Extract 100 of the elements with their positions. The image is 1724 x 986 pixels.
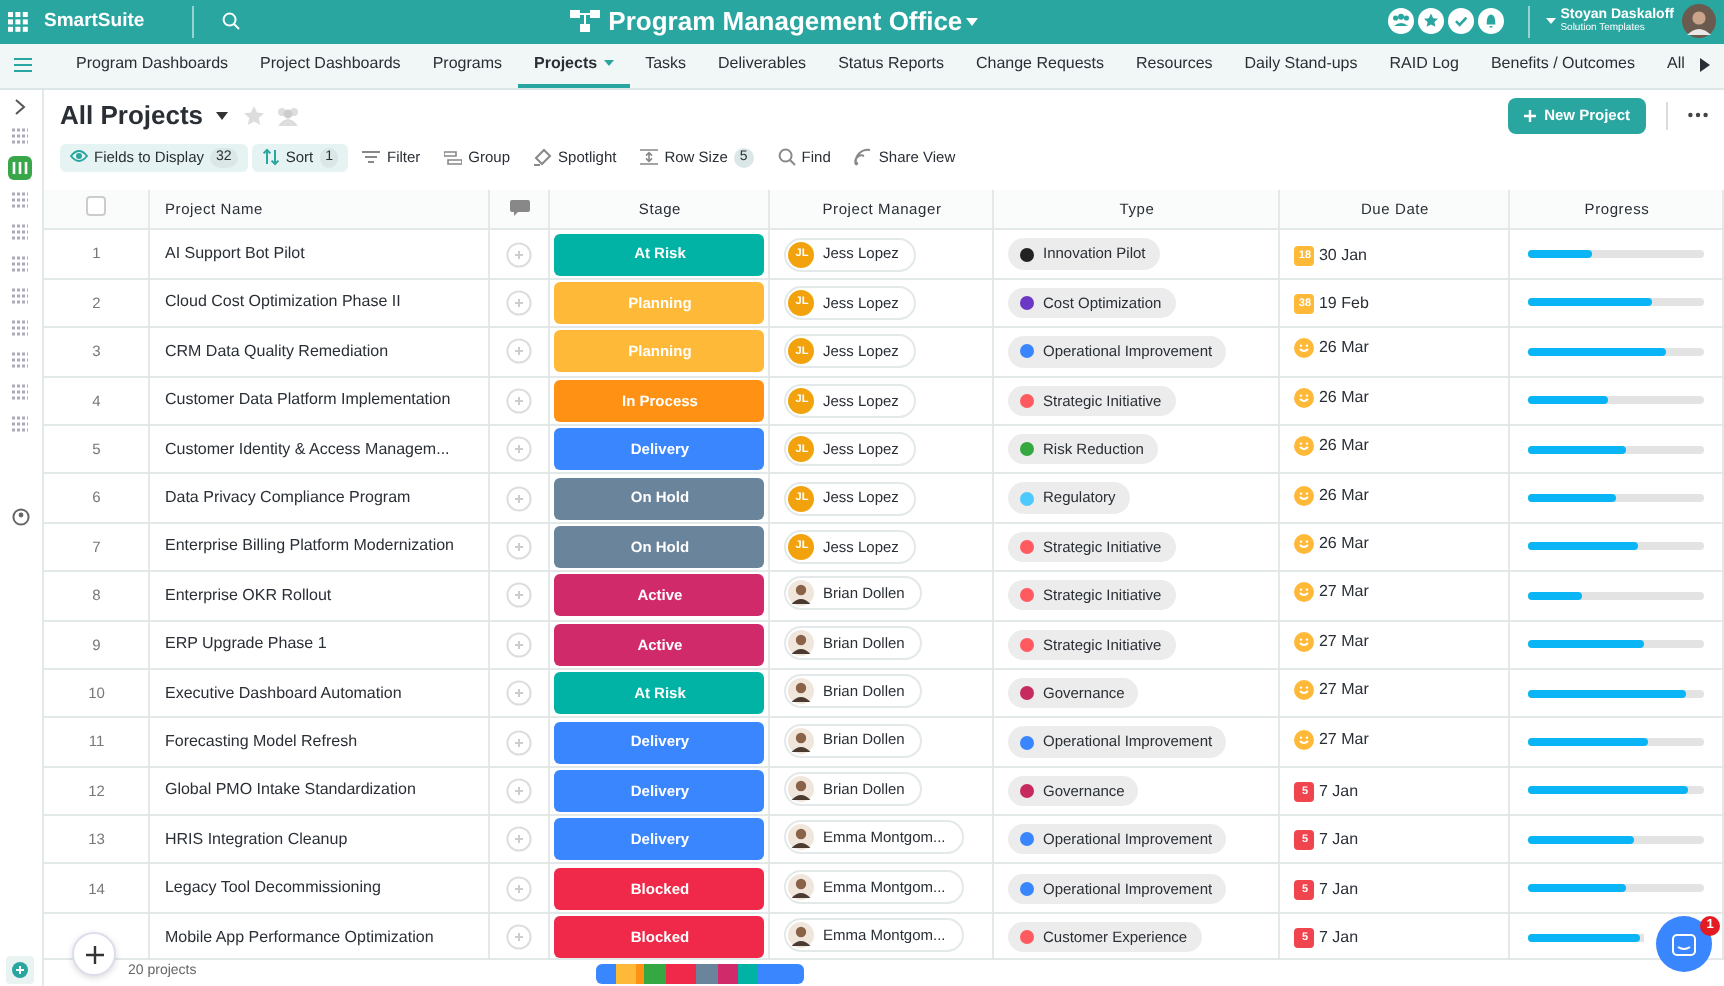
nav-tab[interactable]: Benefits / Outcomes (1474, 42, 1651, 89)
project-name[interactable]: Executive Dashboard Automation (164, 683, 402, 702)
project-name[interactable]: Global PMO Intake Standardization (164, 780, 416, 799)
add-comment-icon[interactable] (506, 826, 533, 853)
project-name[interactable]: CRM Data Quality Remediation (164, 341, 389, 360)
nav-tab[interactable]: RAID Log (1373, 42, 1475, 89)
nav-tab[interactable]: Daily Stand-ups (1228, 42, 1374, 89)
sort-icon (261, 148, 280, 167)
project-name[interactable]: ERP Upgrade Phase 1 (164, 634, 327, 653)
person-avatar (788, 678, 815, 705)
person-avatar (788, 629, 815, 656)
nav-tab[interactable]: Project Dashboards (244, 42, 417, 89)
nav-tab[interactable]: Projects (518, 42, 630, 89)
search-icon[interactable] (222, 12, 241, 31)
project-name[interactable]: Mobile App Performance Optimization (164, 927, 434, 946)
add-comment-icon[interactable] (506, 875, 533, 902)
spotlight-icon (534, 148, 553, 167)
due-date: 26 Mar (1318, 531, 1369, 556)
nav-tab[interactable]: Status Reports (822, 42, 960, 89)
hierarchy-icon (570, 10, 601, 33)
due-date: 30 Jan (1318, 243, 1368, 268)
person-avatar (788, 824, 815, 851)
sidebar-view-icon[interactable] (8, 187, 33, 212)
add-app-icon[interactable] (6, 956, 35, 984)
person-avatar (788, 775, 815, 802)
select-all-checkbox[interactable] (86, 196, 107, 217)
sidebar-view-icon[interactable] (8, 315, 33, 340)
user-avatar[interactable] (1682, 4, 1716, 39)
sidebar-view-icon[interactable] (8, 411, 33, 436)
star-icon[interactable] (243, 105, 264, 126)
due-date: 19 Feb (1318, 292, 1369, 317)
sidebar-view-icon[interactable] (8, 155, 33, 180)
due-date: 27 Mar (1318, 580, 1369, 605)
sidebar-view-icon[interactable] (8, 379, 33, 404)
more-icon[interactable] (1688, 112, 1708, 119)
add-comment-icon[interactable] (506, 289, 533, 316)
person-avatar (788, 873, 815, 900)
add-comment-icon[interactable] (506, 777, 533, 804)
check-icon[interactable] (1448, 8, 1475, 35)
due-date: 26 Mar (1318, 336, 1369, 361)
nav-tab[interactable]: Deliverables (702, 42, 823, 89)
add-comment-icon[interactable] (506, 387, 533, 414)
group-icon (444, 148, 463, 167)
view-title: All Projects (59, 98, 204, 135)
nav-tab[interactable]: Resources (1120, 42, 1229, 89)
sidebar-view-icon[interactable] (8, 347, 33, 372)
sidebar-view-icon[interactable] (8, 283, 33, 308)
caret-icon (603, 60, 614, 67)
due-date: 27 Mar (1318, 727, 1369, 751)
app-name: SmartSuite (44, 7, 145, 36)
nav-tab[interactable]: Program Dashboards (60, 42, 245, 89)
project-name[interactable]: Cloud Cost Optimization Phase II (164, 292, 401, 311)
nav-tab[interactable]: Programs (416, 42, 518, 89)
add-comment-icon[interactable] (506, 729, 533, 755)
sidebar-view-icon[interactable] (8, 219, 33, 244)
bell-icon[interactable] (1478, 8, 1505, 35)
due-date: 26 Mar (1318, 434, 1369, 459)
project-name[interactable]: Forecasting Model Refresh (164, 732, 358, 750)
nav-tab[interactable]: Tasks (629, 42, 703, 89)
due-date: 26 Mar (1318, 483, 1369, 508)
project-name[interactable]: Legacy Tool Decommissioning (164, 878, 381, 897)
person-avatar (788, 727, 815, 753)
expand-icon[interactable] (14, 97, 27, 116)
project-name[interactable]: Customer Identity & Access Managem... (164, 439, 450, 458)
plus-icon (85, 945, 103, 963)
scroll-right-icon[interactable] (1700, 58, 1711, 73)
add-comment-icon[interactable] (506, 924, 533, 951)
add-comment-icon[interactable] (506, 241, 533, 268)
plus-icon (1524, 110, 1537, 123)
chat-button[interactable] (1656, 916, 1712, 972)
project-name[interactable]: HRIS Integration Cleanup (164, 829, 348, 848)
chat-icon (1672, 933, 1696, 955)
add-row-button[interactable] (72, 932, 116, 976)
due-date: 27 Mar (1318, 629, 1369, 654)
apps-icon[interactable] (8, 11, 28, 32)
help-icon[interactable] (11, 507, 30, 526)
project-name[interactable]: Enterprise OKR Rollout (164, 585, 332, 604)
project-name[interactable]: Customer Data Platform Implementation (164, 390, 451, 409)
sidebar-view-icon[interactable] (8, 251, 33, 276)
eye-icon (69, 148, 88, 167)
person-avatar (788, 580, 815, 607)
add-comment-icon[interactable] (506, 582, 533, 609)
add-comment-icon[interactable] (506, 485, 533, 512)
caret-icon[interactable] (215, 111, 228, 120)
project-name[interactable]: AI Support Bot Pilot (164, 244, 305, 263)
project-name[interactable]: Data Privacy Compliance Program (164, 488, 411, 507)
person-avatar (788, 922, 815, 949)
due-date: 7 Jan (1318, 779, 1359, 804)
add-comment-icon[interactable] (506, 436, 533, 463)
add-comment-icon[interactable] (506, 631, 533, 658)
search-icon (777, 148, 796, 167)
nav-tab[interactable]: Change Requests (959, 42, 1121, 89)
menu-icon[interactable] (14, 58, 32, 73)
add-comment-icon[interactable] (506, 338, 533, 365)
project-name[interactable]: Enterprise Billing Platform Modernization (164, 536, 454, 555)
add-comment-icon[interactable] (506, 680, 533, 707)
add-comment-icon[interactable] (506, 533, 533, 560)
row-size-icon (640, 148, 659, 167)
nav-tab[interactable]: All (1650, 42, 1701, 89)
due-date: 7 Jan (1318, 877, 1359, 902)
